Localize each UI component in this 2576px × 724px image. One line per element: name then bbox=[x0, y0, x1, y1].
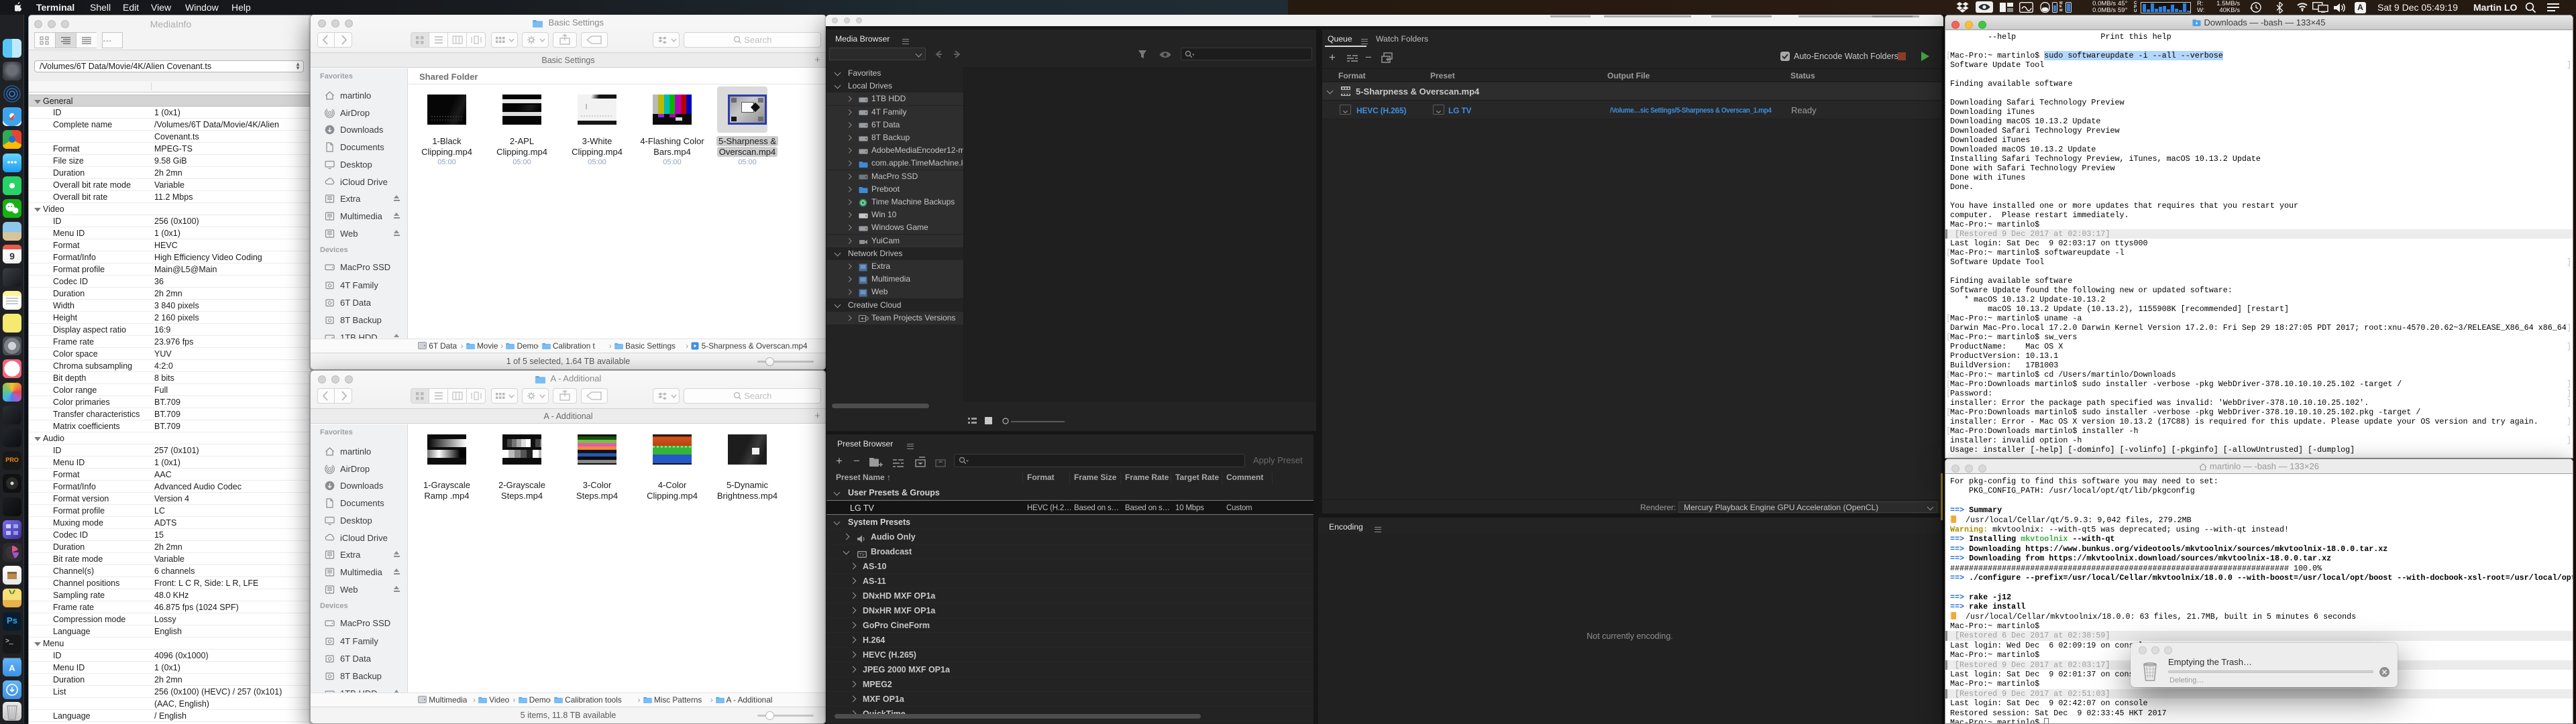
svg-text:TV: TV bbox=[859, 554, 865, 558]
